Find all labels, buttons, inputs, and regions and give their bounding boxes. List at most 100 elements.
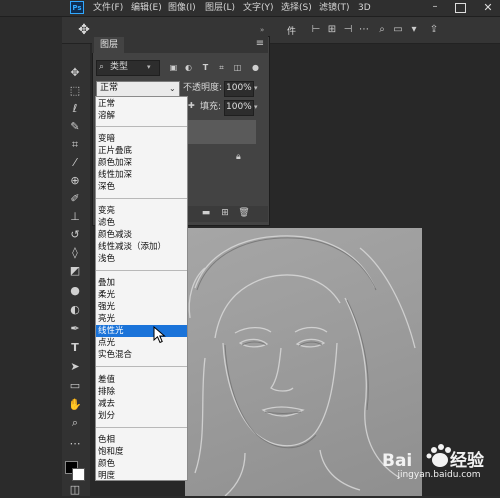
path-select-icon[interactable]: ➤ [67, 359, 83, 375]
blend-option-hue[interactable]: 色相 [96, 434, 187, 446]
align-left-icon[interactable]: ⊢ [310, 24, 322, 36]
chevron-down-icon[interactable]: ▾ [408, 24, 420, 36]
blend-option-screen[interactable]: 滤色 [96, 217, 187, 229]
healing-icon[interactable]: ⊕ [67, 173, 83, 189]
minimize-icon[interactable]: – [427, 0, 443, 16]
baidu-watermark-logo: Bai 经验 [382, 444, 485, 471]
blend-mode-value: 正常 [100, 83, 119, 93]
marquee-icon[interactable]: ⬚ [67, 83, 83, 99]
menu-divider [96, 427, 187, 428]
pen-icon[interactable]: ✒ [67, 321, 83, 337]
menu-file[interactable]: 文件(F) [93, 1, 123, 15]
workspace-icon[interactable]: ▭ [392, 24, 404, 36]
blend-option-hard-light[interactable]: 强光 [96, 301, 187, 313]
filter-type-icon[interactable]: T [200, 62, 211, 73]
fill-label: 填充: [200, 102, 222, 112]
svg-text:Bai: Bai [382, 451, 412, 471]
blend-option-exclusion[interactable]: 排除 [96, 386, 187, 398]
align-right-icon[interactable]: ⊣ [342, 24, 354, 36]
close-icon[interactable]: ✕ [480, 0, 496, 16]
menu-select[interactable]: 选择(S) [281, 1, 312, 15]
search-icon: ⌕ [99, 62, 105, 72]
watermark-url: jingyan.baidu.com [397, 470, 481, 480]
svg-text:经验: 经验 [450, 450, 485, 471]
new-layer-icon[interactable]: ⊞ [219, 207, 231, 219]
menu-divider [96, 366, 187, 367]
lock-transparent-icon[interactable]: ✚ [188, 101, 198, 111]
blend-option-linear-light[interactable]: 线性光 [96, 325, 187, 337]
blend-option-subtract[interactable]: 减去 [96, 398, 187, 410]
panel-menu-icon[interactable]: ≡ [254, 38, 266, 50]
menu-filter[interactable]: 滤镜(T) [319, 1, 350, 15]
blend-option-normal[interactable]: 正常 [96, 98, 187, 110]
move-tool-icon[interactable]: ✥ [76, 22, 92, 38]
blend-option-linear-burn[interactable]: 线性加深 [96, 169, 187, 181]
filter-pixel-icon[interactable]: ▣ [168, 62, 179, 73]
blend-option-linear-dodge[interactable]: 线性减淡（添加） [96, 241, 187, 253]
background-color-swatch[interactable] [72, 468, 85, 481]
bucket-icon[interactable]: ◩ [67, 263, 83, 279]
delete-layer-icon[interactable]: 🗑︎ [238, 207, 250, 219]
blend-option-dissolve[interactable]: 溶解 [96, 110, 187, 122]
blend-option-color-burn[interactable]: 颜色加深 [96, 157, 187, 169]
menu-divider [96, 126, 187, 127]
brush-icon[interactable]: ✐ [67, 191, 83, 207]
blur-icon[interactable]: ● [67, 283, 83, 299]
blend-option-hard-mix[interactable]: 实色混合 [96, 349, 187, 361]
filter-adjustment-icon[interactable]: ◐ [183, 62, 194, 73]
stamp-icon[interactable]: ⊥ [67, 209, 83, 225]
filter-smart-object-icon[interactable]: ◫ [232, 62, 243, 73]
layer-row[interactable] [186, 120, 256, 144]
move-icon[interactable]: ✥ [67, 65, 83, 81]
menu-image[interactable]: 图像(I) [168, 1, 196, 15]
menu-type[interactable]: 文字(Y) [243, 1, 274, 15]
blend-option-luminosity[interactable]: 明度 [96, 470, 187, 482]
share-icon[interactable]: ⇪ [428, 24, 440, 36]
search-icon[interactable]: ⌕ [376, 24, 388, 36]
quick-select-icon[interactable]: ✎ [67, 119, 83, 135]
lock-icon: 🔒︎ [236, 152, 241, 162]
align-center-icon[interactable]: ⊞ [326, 24, 338, 36]
blend-option-soft-light[interactable]: 柔光 [96, 289, 187, 301]
filter-toggle-icon[interactable]: ● [250, 62, 261, 73]
blend-option-difference[interactable]: 差值 [96, 374, 187, 386]
blend-option-overlay[interactable]: 叠加 [96, 277, 187, 289]
history-brush-icon[interactable]: ↺ [67, 227, 83, 243]
blend-option-pin-light[interactable]: 点光 [96, 337, 187, 349]
blend-option-lighter-color[interactable]: 浅色 [96, 253, 187, 265]
collapse-icon[interactable]: » [260, 26, 268, 34]
blend-option-multiply[interactable]: 正片叠底 [96, 145, 187, 157]
lasso-icon[interactable]: ℓ [67, 101, 83, 117]
menu-divider [96, 270, 187, 271]
chevron-down-icon[interactable]: ▾ [254, 82, 258, 95]
blend-option-darker-color[interactable]: 深色 [96, 181, 187, 193]
maximize-icon[interactable] [455, 3, 466, 13]
blend-option-saturation[interactable]: 饱和度 [96, 446, 187, 458]
dodge-icon[interactable]: ◐ [67, 302, 83, 318]
type-icon[interactable]: T [67, 340, 83, 356]
opacity-value: 100% [226, 83, 252, 93]
hand-icon[interactable]: ✋ [67, 397, 83, 413]
filter-shape-icon[interactable]: ⌗ [216, 62, 227, 73]
menu-layer[interactable]: 图层(L) [205, 1, 235, 15]
blend-option-color-dodge[interactable]: 颜色减淡 [96, 229, 187, 241]
menu-edit[interactable]: 编辑(E) [131, 1, 162, 15]
eraser-icon[interactable]: ◊ [67, 245, 83, 261]
new-group-icon[interactable]: ▬ [200, 207, 212, 219]
rectangle-icon[interactable]: ▭ [67, 378, 83, 394]
blend-option-color[interactable]: 颜色 [96, 458, 187, 470]
blend-option-lighten[interactable]: 变亮 [96, 205, 187, 217]
fill-value: 100% [226, 102, 252, 112]
blend-option-darken[interactable]: 变暗 [96, 133, 187, 145]
distribute-icon[interactable]: ⋯ [358, 24, 370, 36]
crop-icon[interactable]: ⌗ [67, 137, 83, 153]
zoom-icon[interactable]: ⌕ [67, 415, 83, 431]
menu-3d[interactable]: 3D [358, 1, 371, 15]
layer-filter-label: 类型 [110, 62, 129, 72]
more-tools-icon[interactable]: ⋯ [67, 436, 83, 452]
eyedropper-icon[interactable]: ⁄ [67, 155, 83, 171]
blend-option-divide[interactable]: 划分 [96, 410, 187, 422]
chevron-down-icon[interactable]: ▾ [254, 101, 258, 114]
blend-option-vivid-light[interactable]: 亮光 [96, 313, 187, 325]
tab-layers[interactable]: 图层 [94, 37, 124, 53]
